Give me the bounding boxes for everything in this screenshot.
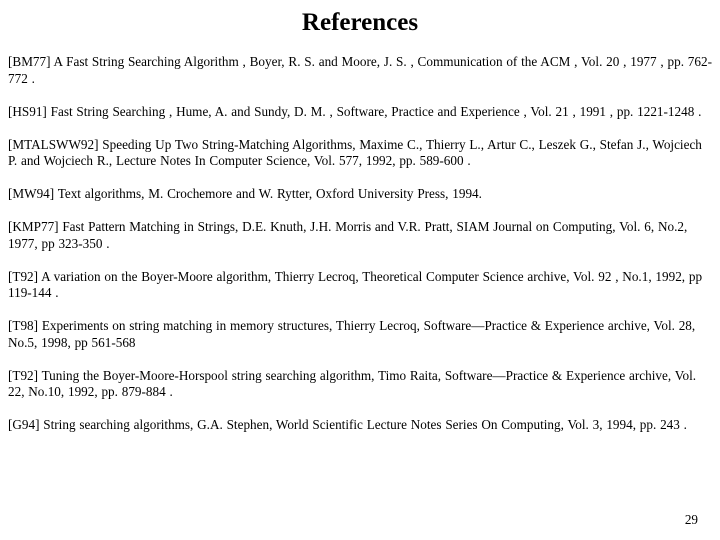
reference-entry-t92-variation: [T92] A variation on the Boyer-Moore alg… bbox=[8, 268, 703, 301]
slide-canvas: References [BM77] A Fast String Searchin… bbox=[0, 0, 720, 540]
reference-entry-t98: [T98] Experiments on string matching in … bbox=[8, 318, 696, 350]
page-title: References bbox=[301, 9, 419, 36]
reference-entry-mw94: [MW94] Text algorithms, M. Crochemore an… bbox=[8, 186, 482, 202]
reference-entry-g94: [G94] String searching algorithms, G.A. … bbox=[8, 417, 687, 433]
reference-entry-hs91: [HS91] Fast String Searching , Hume, A. … bbox=[8, 103, 702, 119]
page-number: 29 bbox=[684, 512, 698, 527]
reference-entry-t92-tuning: [T92] Tuning the Boyer-Moore-Horspool st… bbox=[8, 367, 697, 400]
reference-entry-bm77: [BM77] A Fast String Searching Algorithm… bbox=[8, 54, 712, 86]
reference-entry-kmp77: [KMP77] Fast Pattern Matching in Strings… bbox=[8, 219, 688, 251]
references-list: [BM77] A Fast String Searching Algorithm… bbox=[8, 54, 714, 434]
reference-entry-mtalsww92: [MTALSWW92] Speeding Up Two String-Match… bbox=[8, 136, 702, 169]
